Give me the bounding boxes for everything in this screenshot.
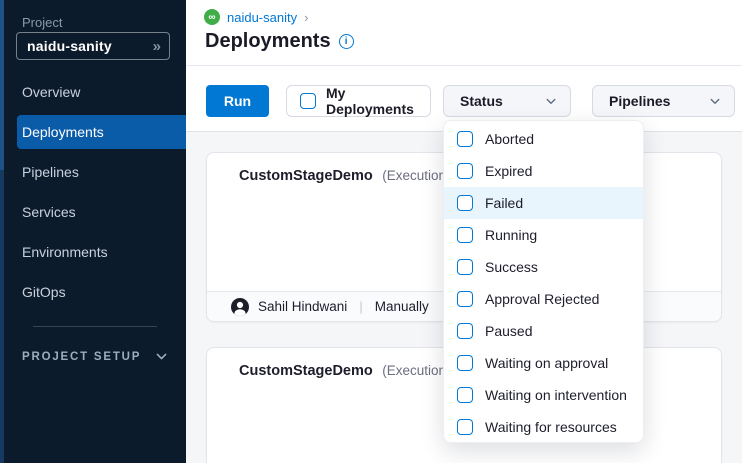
checkbox-icon[interactable] bbox=[457, 419, 473, 435]
project-setup-toggle[interactable]: PROJECT SETUP bbox=[22, 350, 168, 363]
cd-module-icon: ∞ bbox=[204, 9, 220, 25]
pipelines-filter-dropdown[interactable]: Pipelines bbox=[592, 85, 735, 117]
pipeline-name[interactable]: CustomStageDemo bbox=[239, 363, 373, 379]
status-option-success[interactable]: Success bbox=[444, 251, 643, 283]
status-option-aborted[interactable]: Aborted bbox=[444, 123, 643, 155]
checkbox-icon[interactable] bbox=[457, 163, 473, 179]
sidebar-item-deployments[interactable]: Deployments bbox=[17, 115, 186, 149]
status-option-paused[interactable]: Paused bbox=[444, 315, 643, 347]
sidebar: Project naidu-sanity » Overview Deployme… bbox=[0, 0, 186, 463]
status-option-failed[interactable]: Failed bbox=[444, 187, 643, 219]
status-option-waiting-on-approval[interactable]: Waiting on approval bbox=[444, 347, 643, 379]
status-option-waiting-on-intervention[interactable]: Waiting on intervention bbox=[444, 379, 643, 411]
project-name: naidu-sanity bbox=[27, 38, 153, 54]
sidebar-item-gitops[interactable]: GitOps bbox=[17, 275, 186, 309]
pipeline-name[interactable]: CustomStageDemo bbox=[239, 168, 373, 184]
checkbox-icon[interactable] bbox=[457, 387, 473, 403]
run-button[interactable]: Run bbox=[206, 85, 269, 117]
sidebar-item-overview[interactable]: Overview bbox=[17, 75, 186, 109]
status-option-waiting-for-resources[interactable]: Waiting for resources bbox=[444, 411, 643, 443]
checkbox-icon[interactable] bbox=[457, 259, 473, 275]
sidebar-item-environments[interactable]: Environments bbox=[17, 235, 186, 269]
expand-icon[interactable]: » bbox=[153, 38, 161, 55]
my-deployments-label: My Deployments bbox=[326, 85, 430, 117]
status-option-expired[interactable]: Expired bbox=[444, 155, 643, 187]
project-selector[interactable]: naidu-sanity » bbox=[16, 32, 170, 60]
sidebar-nav: Overview Deployments Pipelines Services … bbox=[0, 75, 186, 315]
project-label: Project bbox=[22, 15, 62, 30]
sidebar-item-services[interactable]: Services bbox=[17, 195, 186, 229]
status-filter-dropdown[interactable]: Status bbox=[443, 85, 571, 117]
chevron-down-icon bbox=[545, 95, 557, 107]
avatar bbox=[231, 298, 249, 316]
checkbox-icon[interactable] bbox=[457, 131, 473, 147]
chevron-down-icon bbox=[709, 95, 721, 107]
checkbox-icon[interactable] bbox=[457, 291, 473, 307]
status-option-approval-rejected[interactable]: Approval Rejected bbox=[444, 283, 643, 315]
triggered-by-user: Sahil Hindwani bbox=[258, 299, 347, 314]
page-title: Deployments bbox=[205, 30, 331, 53]
project-setup-label: PROJECT SETUP bbox=[22, 351, 141, 363]
checkbox-icon[interactable] bbox=[457, 227, 473, 243]
breadcrumb: ∞ naidu-sanity › bbox=[204, 9, 308, 25]
checkbox-icon[interactable] bbox=[457, 355, 473, 371]
my-deployments-checkbox[interactable] bbox=[300, 93, 316, 109]
checkbox-icon[interactable] bbox=[457, 323, 473, 339]
deployments-page: Project naidu-sanity » Overview Deployme… bbox=[0, 0, 742, 463]
chevron-down-icon bbox=[155, 350, 168, 363]
trigger-type: Manually bbox=[375, 299, 429, 314]
status-filter-menu: Aborted Expired Failed Running Success A… bbox=[443, 120, 644, 443]
my-deployments-toggle[interactable]: My Deployments bbox=[286, 85, 431, 117]
sidebar-item-pipelines[interactable]: Pipelines bbox=[17, 155, 186, 189]
page-header: ∞ naidu-sanity › Deployments i bbox=[186, 0, 742, 66]
breadcrumb-project-link[interactable]: naidu-sanity bbox=[227, 10, 297, 25]
checkbox-icon[interactable] bbox=[457, 195, 473, 211]
breadcrumb-chevron-icon: › bbox=[304, 10, 308, 25]
status-option-running[interactable]: Running bbox=[444, 219, 643, 251]
footer-separator: | bbox=[356, 299, 365, 314]
info-icon[interactable]: i bbox=[339, 34, 354, 49]
sidebar-divider bbox=[33, 326, 157, 327]
